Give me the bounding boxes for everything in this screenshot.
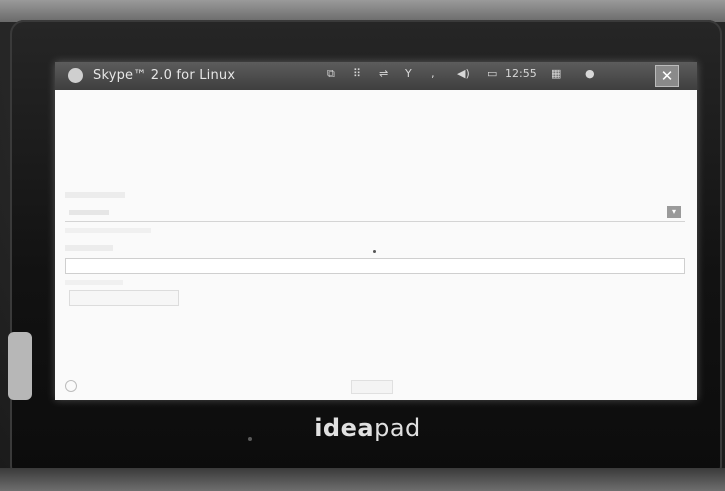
- clock[interactable]: 12:55: [505, 67, 537, 80]
- windows-icon[interactable]: ⧉: [327, 67, 335, 81]
- signal-icon: ‚: [431, 67, 435, 80]
- keyboard-icon[interactable]: ▦: [551, 67, 561, 80]
- background-surface: [0, 0, 725, 22]
- sign-in-button[interactable]: [69, 290, 179, 306]
- skype-logo-icon: [68, 68, 83, 83]
- bottom-surface: [0, 468, 725, 491]
- volume-icon[interactable]: ◀): [457, 67, 470, 80]
- chevron-down-icon[interactable]: ▾: [667, 206, 681, 218]
- tablet-screen: Skype™ 2.0 for Linux ⧉ ⠿ ⇌ Y ‚ ◀) ▭ 12:5…: [55, 62, 697, 400]
- side-sticker: [8, 332, 32, 400]
- mouse-cursor: [373, 250, 376, 253]
- password-label: [65, 245, 113, 251]
- username-value: [69, 210, 109, 215]
- battery-icon[interactable]: ▭: [487, 67, 497, 80]
- password-field[interactable]: [65, 258, 685, 274]
- options-icon[interactable]: [65, 380, 77, 392]
- window-titlebar: Skype™ 2.0 for Linux ⧉ ⠿ ⇌ Y ‚ ◀) ▭ 12:5…: [55, 62, 697, 90]
- close-button[interactable]: ✕: [655, 65, 679, 87]
- bottom-button[interactable]: [351, 380, 393, 394]
- window-title: Skype™ 2.0 for Linux: [93, 68, 236, 83]
- skype-status-icon[interactable]: ●: [585, 67, 595, 80]
- username-label: [65, 192, 125, 198]
- hint-text: [65, 228, 151, 233]
- grid-icon[interactable]: ⠿: [353, 67, 361, 80]
- username-dropdown[interactable]: [65, 204, 685, 222]
- antenna-icon[interactable]: Y: [405, 67, 412, 80]
- password-hint: [65, 280, 123, 285]
- network-icon[interactable]: ⇌: [379, 67, 388, 80]
- device-brand-logo: ideapad: [314, 414, 421, 442]
- system-tray: ⧉ ⠿ ⇌ Y ‚ ◀) ▭ 12:55 ▦ ●: [327, 67, 647, 85]
